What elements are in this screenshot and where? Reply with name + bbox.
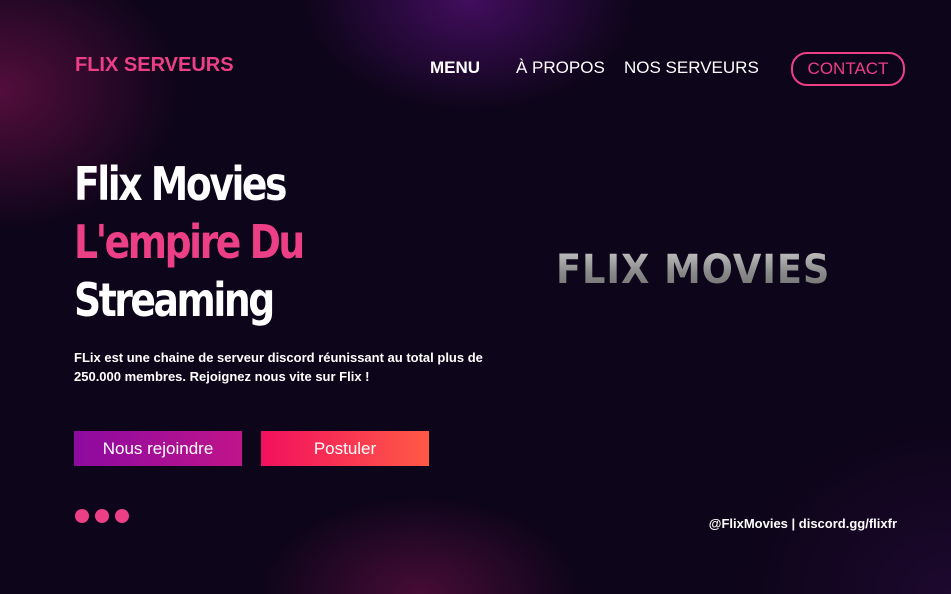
hero-title-line-1: Flix Movies	[74, 157, 287, 211]
carousel-dot-1[interactable]	[75, 509, 89, 523]
flix-movies-brand-image: FLIX MOVIES	[556, 247, 831, 293]
hero-title: Flix Movies L'empire Du Streaming	[74, 155, 305, 329]
hero-title-line-3: Streaming	[74, 273, 275, 327]
apply-button[interactable]: Postuler	[261, 431, 429, 466]
contact-button[interactable]: CONTACT	[791, 52, 905, 86]
nav-servers-link[interactable]: NOS SERVEURS	[624, 58, 759, 78]
carousel-dot-2[interactable]	[95, 509, 109, 523]
nav-about-link[interactable]: À PROPOS	[516, 58, 605, 78]
join-button[interactable]: Nous rejoindre	[74, 431, 242, 466]
carousel-dots	[75, 509, 135, 523]
hero-title-line-2: L'empire Du	[74, 215, 305, 269]
hero-description: FLix est une chaine de serveur discord r…	[74, 350, 483, 384]
carousel-dot-3[interactable]	[115, 509, 129, 523]
nav-menu-link[interactable]: MENU	[430, 58, 480, 78]
landing-page: FLIX SERVEURS MENU À PROPOS NOS SERVEURS…	[0, 0, 951, 594]
footer-social-links: @FlixMovies | discord.gg/flixfr	[708, 516, 897, 531]
